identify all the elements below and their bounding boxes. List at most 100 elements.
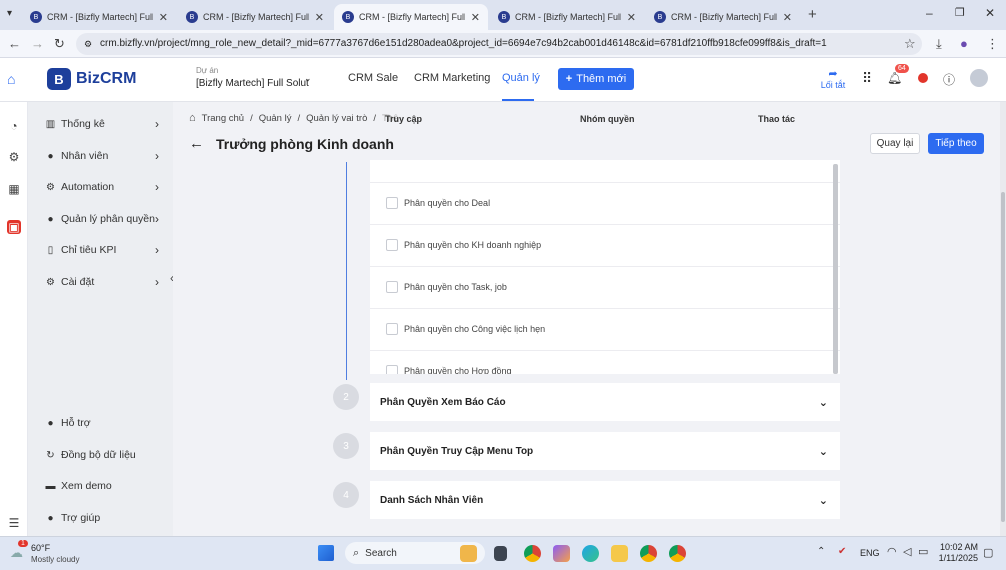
chevron-right-icon: › xyxy=(155,275,159,289)
chrome-icon[interactable] xyxy=(669,545,686,562)
sidebar-item-chi-tieu-kpi[interactable]: ▯ Chỉ tiêu KPI › xyxy=(45,243,159,257)
permission-row[interactable]: Phân quyền cho Deal xyxy=(386,197,490,209)
sidebar-item-automation[interactable]: ⚙ Automation › xyxy=(45,180,159,194)
download-icon[interactable]: ⤓ xyxy=(936,36,942,52)
widgets-icon[interactable] xyxy=(460,545,477,562)
permission-checkbox[interactable] xyxy=(386,197,398,209)
maximize-icon[interactable]: ❐ xyxy=(955,6,965,19)
tray-chevron-icon[interactable]: ⌃ xyxy=(817,546,825,557)
back-icon[interactable]: ← xyxy=(8,36,21,51)
browser-tab[interactable]: BCRM - [Bizfly Martech] Full Solu✕ xyxy=(646,4,800,30)
address-bar-row: ← → ↻ ⚙ crm.bizfly.vn/project/mng_role_n… xyxy=(0,30,1006,58)
permission-row[interactable]: Phân quyền cho KH doanh nghiệp xyxy=(386,239,541,251)
sidebar-item-thong-ke[interactable]: ▥ Thống kê › xyxy=(45,117,159,131)
home-icon[interactable]: ⌂ xyxy=(7,71,15,87)
user-avatar[interactable] xyxy=(970,69,988,87)
back-arrow-icon[interactable]: ← xyxy=(189,135,204,152)
sidebar-item-quan-ly-phan-quyen[interactable]: ● Quản lý phân quyền › xyxy=(45,212,159,226)
nav-crm-marketing[interactable]: CRM Marketing xyxy=(414,72,490,84)
sidebar-item-cai-dat[interactable]: ⚙ Cài đặt › xyxy=(45,275,159,289)
app-logo[interactable]: B BizCRM xyxy=(47,68,136,90)
breadcrumb-item[interactable]: Quản lý xyxy=(259,113,292,124)
sidebar-item-tro-giup[interactable]: ● Trợ giúp xyxy=(45,512,159,524)
new-tab-icon[interactable]: + xyxy=(808,6,817,23)
chrome-icon[interactable] xyxy=(524,545,541,562)
collapse-list-icon[interactable]: ☰ xyxy=(7,516,21,530)
calendar-icon[interactable]: ▣ xyxy=(7,220,21,234)
browser-tab[interactable]: BCRM - [Bizfly Martech] Full Solu✕ xyxy=(490,4,644,30)
help-icon[interactable]: ⓘ xyxy=(943,71,955,88)
language-indicator[interactable]: ENG xyxy=(860,548,880,558)
breadcrumb-item[interactable]: Quản lý vai trò xyxy=(306,113,367,124)
windows-start-icon[interactable] xyxy=(318,545,334,561)
permission-row[interactable]: Phân quyền cho Công việc lịch hẹn xyxy=(386,323,545,335)
browser-tab[interactable]: BCRM - [Bizfly Martech] Full Solu✕ xyxy=(22,4,176,30)
nav-quan-ly[interactable]: Quản lý xyxy=(502,72,540,84)
close-tab-icon[interactable]: ✕ xyxy=(627,11,636,24)
browser-tab[interactable]: BCRM - [Bizfly Martech] Full Solu✕ xyxy=(178,4,332,30)
home-icon[interactable]: ⌂ xyxy=(189,112,196,124)
bookmark-icon[interactable]: ☆ xyxy=(904,36,916,52)
sync-icon: ↻ xyxy=(46,449,55,461)
minimize-icon[interactable]: – xyxy=(926,6,933,20)
menu-icon[interactable]: ⋮ xyxy=(986,36,999,52)
add-new-button[interactable]: + Thêm mới xyxy=(558,68,634,90)
folder-icon[interactable] xyxy=(611,545,628,562)
permission-row[interactable]: Phân quyền cho Hợp đồng xyxy=(386,365,511,374)
notifications-icon[interactable]: ▢ xyxy=(983,546,993,559)
section-nhan-vien[interactable]: Danh Sách Nhân Viên ⌄ xyxy=(370,481,840,519)
close-tab-icon[interactable]: ✕ xyxy=(159,11,168,24)
chevron-right-icon: › xyxy=(155,212,159,226)
close-tab-icon[interactable]: ✕ xyxy=(783,11,792,24)
tab-list-icon[interactable]: ▾ xyxy=(7,8,12,19)
section-menu-top[interactable]: Phân Quyền Truy Cập Menu Top ⌄ xyxy=(370,432,840,470)
permission-checkbox[interactable] xyxy=(386,281,398,293)
forward-icon[interactable]: → xyxy=(31,36,44,51)
section-bao-cao[interactable]: Phân Quyền Xem Báo Cáo ⌄ xyxy=(370,383,840,421)
dashboard-icon[interactable]: ◔ xyxy=(7,119,21,133)
apps-grid-icon[interactable]: ⠿ xyxy=(862,70,872,87)
grid-icon[interactable]: ▦ xyxy=(7,182,21,196)
sidebar: ▥ Thống kê › ● Nhân viên › ⚙ Automation › ● Quả… xyxy=(28,102,173,536)
back-button[interactable]: Quay lại xyxy=(870,133,920,154)
permission-checkbox[interactable] xyxy=(386,323,398,335)
sidebar-item-ho-tro[interactable]: ● Hỗ trợ xyxy=(45,417,159,429)
panel-scrollbar[interactable] xyxy=(833,164,838,374)
permission-checkbox[interactable] xyxy=(386,365,398,374)
profile-icon[interactable]: ● xyxy=(960,36,968,51)
copilot-icon[interactable] xyxy=(553,545,570,562)
battery-icon[interactable]: ▭ xyxy=(918,545,928,558)
icon-rail: ◔ ⚙ ▦ ▣ ☰ xyxy=(0,102,28,536)
chrome-active-icon[interactable] xyxy=(640,545,657,562)
wifi-icon[interactable]: ◠ xyxy=(887,545,897,558)
sidebar-item-dong-bo[interactable]: ↻ Đồng bộ dữ liệu xyxy=(45,449,159,461)
page-scrollbar[interactable] xyxy=(1000,102,1006,536)
sidebar-item-nhan-vien[interactable]: ● Nhân viên › xyxy=(45,149,159,163)
bell-icon[interactable]: 🔔︎ xyxy=(887,71,902,85)
user-icon: ● xyxy=(47,150,54,162)
edge-icon[interactable] xyxy=(582,545,599,562)
site-info-icon[interactable]: ⚙ xyxy=(84,33,92,55)
sidebar-item-xem-demo[interactable]: ▬ Xem demo xyxy=(45,480,159,492)
permission-checkbox[interactable] xyxy=(386,239,398,251)
close-tab-icon[interactable]: ✕ xyxy=(315,11,324,24)
browser-tab-active[interactable]: BCRM - [Bizfly Martech] Full Solu✕ xyxy=(334,4,488,30)
page-scrollbar-thumb[interactable] xyxy=(1001,192,1005,522)
url-field[interactable]: ⚙ crm.bizfly.vn/project/mng_role_new_det… xyxy=(76,33,922,55)
permission-row[interactable]: Phân quyền cho Task, job xyxy=(386,281,507,293)
volume-icon[interactable]: ◁ xyxy=(903,545,911,558)
breadcrumb-item[interactable]: Trang chủ xyxy=(202,113,244,124)
tray-app-icon[interactable]: ✔ xyxy=(838,546,846,557)
settings-cog-icon[interactable]: ⚙ xyxy=(7,150,21,164)
favicon-icon: B xyxy=(498,11,510,23)
clock[interactable]: 10:02 AM 1/11/2025 xyxy=(938,542,978,563)
window-close-icon[interactable]: ✕ xyxy=(985,6,995,20)
shortcut-button[interactable]: ➦ Lối tắt xyxy=(815,67,851,90)
file-explorer-icon[interactable] xyxy=(494,546,507,561)
nav-crm-sale[interactable]: CRM Sale xyxy=(348,72,398,84)
project-selector[interactable]: Dự án [Bizfly Martech] Full Solut ⌄ xyxy=(196,66,314,89)
record-icon[interactable] xyxy=(918,73,928,83)
reload-icon[interactable]: ↻ xyxy=(54,36,65,52)
close-tab-icon[interactable]: ✕ xyxy=(471,11,480,24)
next-button[interactable]: Tiếp theo xyxy=(928,133,984,154)
